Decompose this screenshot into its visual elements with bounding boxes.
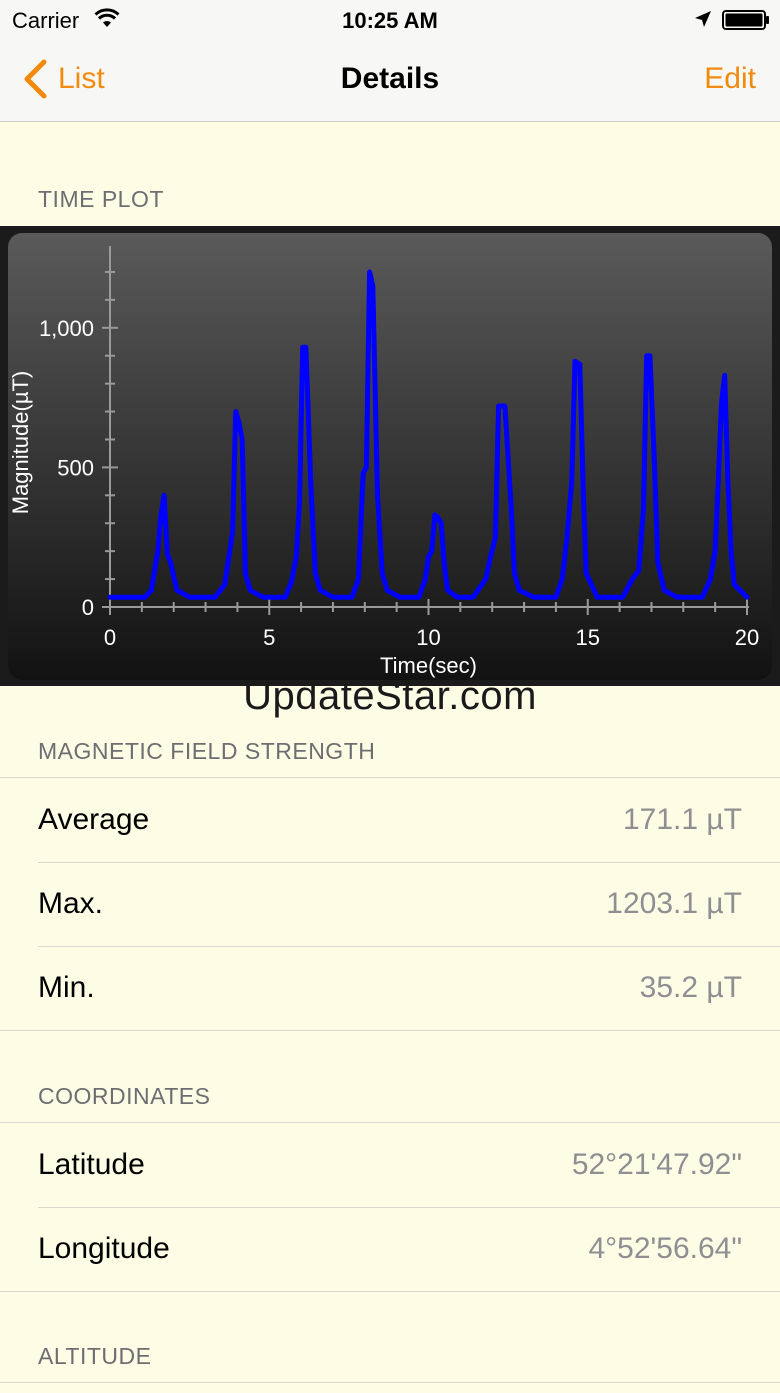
x-tick-label: 15 xyxy=(576,625,600,650)
x-tick-label: 10 xyxy=(416,625,440,650)
y-tick-label: 0 xyxy=(82,595,94,620)
table-row-longitude[interactable]: Longitude 4°52'56.64" xyxy=(0,1207,780,1291)
coordinates-table: Latitude 52°21'47.92" Longitude 4°52'56.… xyxy=(0,1122,780,1292)
table-row-latitude[interactable]: Latitude 52°21'47.92" xyxy=(0,1123,780,1207)
section-header-time-plot: TIME PLOT xyxy=(38,186,164,212)
table-row-average[interactable]: Average 171.1 µT xyxy=(0,778,780,862)
table-row-max[interactable]: Max. 1203.1 µT xyxy=(0,862,780,946)
navigation-bar: List Details Edit xyxy=(0,40,780,122)
x-tick-label: 5 xyxy=(263,625,275,650)
chart-plot-background xyxy=(8,233,772,680)
time-plot-svg: 05001,0000 5 10 15 20Time(sec)Magnitude(µT) xyxy=(8,233,772,680)
row-label: Latitude xyxy=(38,1148,145,1181)
y-axis-label: Magnitude(µT) xyxy=(8,371,33,515)
x-tick-label: 0 xyxy=(104,625,116,650)
row-value: 171.1 µT xyxy=(622,803,742,836)
watermark: UpdateStar.com xyxy=(243,674,537,718)
time-plot-chart: 0 500 1,000 0 5 10 15 20 Time(sec) Magnitude(µT) xyxy=(0,226,780,686)
row-value: 4°52'56.64" xyxy=(588,1232,742,1265)
x-tick-label: 20 xyxy=(735,625,759,650)
row-label: Min. xyxy=(38,971,95,1004)
altitude-table xyxy=(0,1382,780,1393)
row-value: 1203.1 µT xyxy=(606,887,742,920)
row-label: Longitude xyxy=(38,1232,170,1265)
magnetic-table: Average 171.1 µT Max. 1203.1 µT Min. 35.… xyxy=(0,777,780,1031)
battery-icon xyxy=(722,10,769,30)
section-header-coordinates: COORDINATES xyxy=(38,1083,211,1109)
row-value: 52°21'47.92" xyxy=(571,1148,742,1181)
row-value: 35.2 µT xyxy=(639,971,742,1004)
section-header-altitude: ALTITUDE xyxy=(38,1343,152,1369)
row-label: Max. xyxy=(38,887,104,920)
row-label: Average xyxy=(38,803,150,836)
edit-button[interactable]: Edit xyxy=(704,62,756,96)
status-bar: Carrier 10:25 AM xyxy=(0,0,780,40)
y-tick-label: 500 xyxy=(57,455,94,480)
page-title: Details xyxy=(340,62,440,95)
location-arrow-icon xyxy=(695,11,711,27)
y-tick-label: 1,000 xyxy=(39,316,94,341)
status-time: 10:25 AM xyxy=(342,8,438,33)
section-header-magnetic: MAGNETIC FIELD STRENGTH xyxy=(38,738,376,764)
table-row-min[interactable]: Min. 35.2 µT xyxy=(0,946,780,1030)
